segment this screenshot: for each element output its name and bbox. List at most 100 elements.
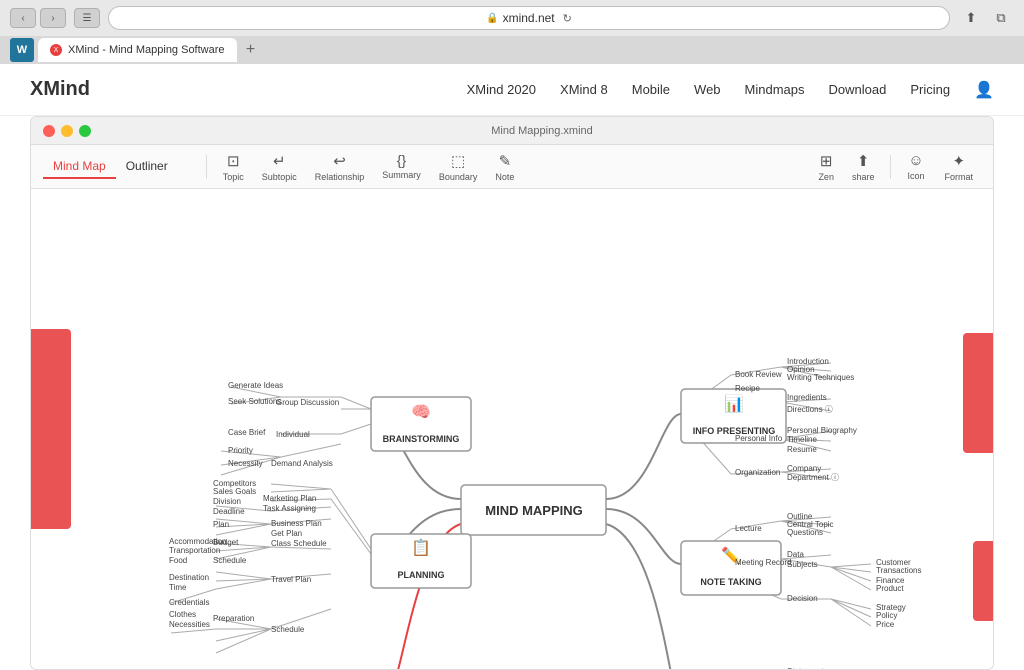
browser-actions: ⬆ ⧉ [958, 8, 1014, 28]
svg-text:Necessity: Necessity [228, 459, 263, 468]
svg-text:Clothes: Clothes [169, 610, 196, 619]
svg-text:Recipe: Recipe [735, 384, 760, 393]
back-button[interactable]: ‹ [10, 8, 36, 28]
svg-text:Price: Price [876, 620, 895, 629]
toolbar-format[interactable]: ✦ Format [936, 148, 981, 186]
svg-text:Organization: Organization [735, 468, 780, 477]
browser-tab[interactable]: X XMind - Mind Mapping Software [38, 38, 237, 62]
svg-text:Generate Ideas: Generate Ideas [228, 381, 283, 390]
svg-text:Personal Info: Personal Info [735, 434, 783, 443]
svg-text:Personal Biography: Personal Biography [787, 426, 857, 435]
zen-label: Zen [818, 172, 834, 182]
svg-text:Department ⓘ: Department ⓘ [787, 473, 839, 482]
close-button[interactable] [43, 125, 55, 137]
svg-text:Preparation: Preparation [213, 614, 254, 623]
browser-nav-buttons: ‹ › [10, 8, 66, 28]
browser-tabbar: W X XMind - Mind Mapping Software + [0, 36, 1024, 64]
site-navigation: XMind XMind 2020 XMind 8 Mobile Web Mind… [0, 64, 1024, 116]
nav-xmind8[interactable]: XMind 8 [560, 82, 608, 97]
site-logo: XMind [30, 78, 90, 101]
svg-text:Ingredients: Ingredients [787, 393, 827, 402]
tab-outliner[interactable]: Outliner [116, 155, 178, 179]
toolbar-note[interactable]: ✎ Note [487, 148, 522, 186]
svg-text:Transactions: Transactions [876, 566, 922, 575]
share-icon: ⬆ [857, 152, 870, 170]
svg-text:Schedule: Schedule [271, 625, 305, 634]
svg-text:Questions: Questions [787, 528, 823, 537]
note-label: Note [495, 172, 514, 182]
toolbar-relationship[interactable]: ↩ Relationship [307, 148, 373, 186]
nav-web[interactable]: Web [694, 82, 721, 97]
svg-text:Book Review: Book Review [735, 370, 782, 379]
share-label: share [852, 172, 875, 182]
svg-text:Food: Food [169, 556, 187, 565]
svg-text:🧠: 🧠 [411, 403, 431, 421]
svg-text:Time: Time [169, 583, 187, 592]
nav-mobile[interactable]: Mobile [632, 82, 670, 97]
share-button[interactable]: ⬆ [958, 8, 984, 28]
fullscreen-button[interactable]: ⧉ [988, 8, 1014, 28]
toolbar-icon[interactable]: ☺ Icon [899, 148, 932, 186]
maximize-button[interactable] [79, 125, 91, 137]
app-window: Mind Mapping.xmind Mind Map Outliner ⊡ T… [30, 116, 994, 670]
svg-text:Timeline: Timeline [787, 435, 817, 444]
svg-text:MIND MAPPING: MIND MAPPING [485, 503, 583, 518]
svg-text:Division: Division [213, 497, 241, 506]
sidebar-button[interactable]: ☰ [74, 8, 100, 28]
relationship-icon: ↩ [333, 152, 346, 170]
topic-icon: ⊡ [227, 152, 240, 170]
svg-text:Seek Solutions: Seek Solutions [228, 397, 281, 406]
svg-text:Directions ⓘ: Directions ⓘ [787, 405, 833, 414]
icon-label: Icon [907, 171, 924, 181]
svg-text:BRAINSTORMING: BRAINSTORMING [383, 434, 460, 444]
tab-mindmap[interactable]: Mind Map [43, 155, 116, 179]
toolbar-share[interactable]: ⬆ share [844, 148, 883, 186]
toolbar-boundary[interactable]: ⬚ Boundary [431, 148, 486, 186]
svg-text:Destination: Destination [169, 573, 209, 582]
forward-button[interactable]: › [40, 8, 66, 28]
toolbar-zen[interactable]: ⊞ Zen [810, 148, 842, 186]
svg-text:Lecture: Lecture [735, 524, 762, 533]
svg-text:Get Plan: Get Plan [271, 529, 302, 538]
svg-text:PLANNING: PLANNING [398, 570, 445, 580]
svg-text:Decision: Decision [787, 594, 818, 603]
svg-text:Priority: Priority [228, 446, 253, 455]
new-tab-button[interactable]: + [241, 40, 261, 60]
minimize-button[interactable] [61, 125, 73, 137]
nav-download[interactable]: Download [829, 82, 887, 97]
wp-icon: W [10, 38, 34, 62]
browser-titlebar: ‹ › ☰ 🔒 xmind.net ↻ ⬆ ⧉ [0, 0, 1024, 36]
svg-text:Schedule: Schedule [213, 556, 247, 565]
mindmap-canvas[interactable]: MIND MAPPING 🧠 BRAINSTORMING 📋 PLANNING … [31, 189, 993, 669]
subtopic-label: Subtopic [262, 172, 297, 182]
mindmap-svg: MIND MAPPING 🧠 BRAINSTORMING 📋 PLANNING … [31, 189, 993, 669]
toolbar-subtopic[interactable]: ↵ Subtopic [254, 148, 305, 186]
svg-text:Company: Company [787, 464, 821, 473]
nav-pricing[interactable]: Pricing [910, 82, 950, 97]
svg-text:Case Brief: Case Brief [228, 428, 266, 437]
nav-xmind2020[interactable]: XMind 2020 [467, 82, 536, 97]
relationship-label: Relationship [315, 172, 365, 182]
svg-text:Business Plan: Business Plan [271, 519, 322, 528]
svg-text:📊: 📊 [724, 394, 744, 413]
svg-text:Writing Techniques: Writing Techniques [787, 373, 854, 382]
boundary-label: Boundary [439, 172, 478, 182]
zen-icon: ⊞ [820, 152, 833, 170]
toolbar-divider [206, 155, 207, 179]
svg-text:Resume: Resume [787, 445, 817, 454]
nav-mindmaps[interactable]: Mindmaps [745, 82, 805, 97]
user-icon[interactable]: 👤 [974, 80, 994, 100]
svg-text:Necessities: Necessities [169, 620, 210, 629]
svg-text:Travel Plan: Travel Plan [271, 575, 311, 584]
svg-text:Accommodation: Accommodation [169, 537, 226, 546]
toolbar-summary[interactable]: {} Summary [374, 148, 429, 186]
svg-text:Group Discussion: Group Discussion [276, 398, 339, 407]
website: XMind XMind 2020 XMind 8 Mobile Web Mind… [0, 64, 1024, 670]
address-bar[interactable]: 🔒 xmind.net ↻ [108, 6, 950, 30]
svg-text:Transportation: Transportation [169, 546, 220, 555]
toolbar-topic[interactable]: ⊡ Topic [215, 148, 252, 186]
svg-text:NOTE TAKING: NOTE TAKING [700, 577, 761, 587]
svg-text:Marketing Plan: Marketing Plan [263, 494, 316, 503]
summary-label: Summary [382, 170, 421, 180]
note-icon: ✎ [499, 152, 512, 170]
